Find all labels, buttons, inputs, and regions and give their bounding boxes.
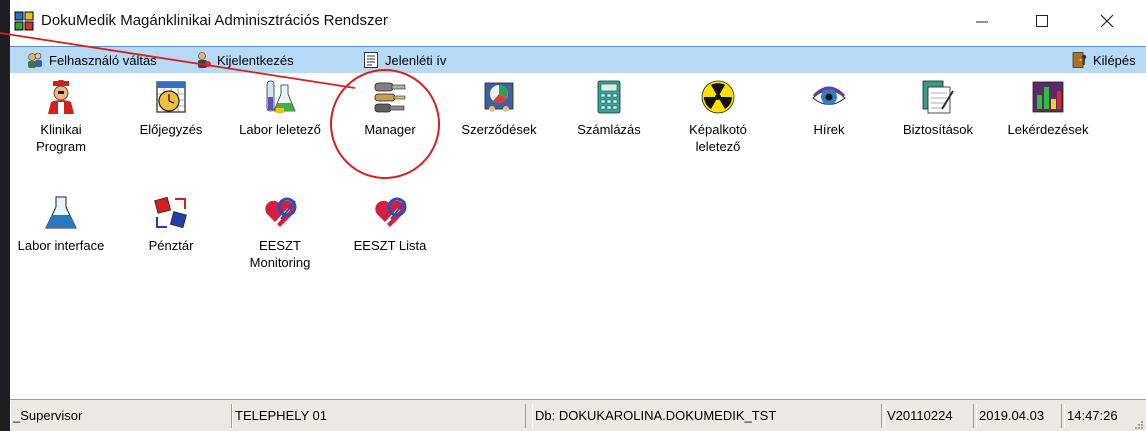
app-cashier[interactable]: Pénztár bbox=[116, 195, 226, 254]
app-imaging-label: Képalkotó leletező bbox=[689, 122, 747, 154]
exit-label: Kilépés bbox=[1093, 52, 1136, 68]
eeszt-heart-icon bbox=[375, 197, 407, 227]
doctor-icon bbox=[48, 80, 74, 114]
app-manager-label: Manager bbox=[364, 122, 416, 137]
booking-label-text: Előjegyzés bbox=[139, 122, 203, 137]
eeszt-heart-icon bbox=[265, 197, 297, 227]
app-booking-label: Előjegyzés bbox=[116, 121, 226, 138]
app-manager[interactable]: Manager bbox=[335, 79, 445, 138]
exit-door-icon bbox=[1072, 52, 1087, 68]
minimize-icon bbox=[976, 21, 988, 23]
main-window: DokuMedik Magánklinikai Adminisztrációs … bbox=[10, 0, 1146, 431]
app-clinical-program[interactable]: Klinikai Program bbox=[10, 79, 116, 155]
maximize-icon bbox=[1036, 15, 1048, 27]
app-queries[interactable]: Lekérdezések bbox=[993, 79, 1103, 138]
status-database: Db: DOKUKAROLINA.DOKUMEDIK_TST bbox=[532, 404, 882, 428]
form-pen-icon bbox=[922, 80, 954, 114]
status-user: _Supervisor bbox=[10, 404, 232, 428]
app-cashier-label: Pénztár bbox=[148, 238, 194, 253]
app-window-icon bbox=[14, 11, 34, 31]
app-lab-report[interactable]: Labor leletező bbox=[225, 79, 335, 138]
close-button[interactable] bbox=[1085, 6, 1129, 36]
app-imaging[interactable]: Képalkotó leletező bbox=[663, 79, 773, 155]
keys-icon bbox=[374, 82, 406, 113]
exit-button[interactable]: Kilépés bbox=[1070, 50, 1136, 70]
app-clinical-program-label: Klinikai Program bbox=[36, 122, 86, 154]
attendance-button[interactable]: Jelenléti ív bbox=[362, 50, 446, 70]
erlenmeyer-flask-icon bbox=[45, 196, 77, 229]
app-contracts[interactable]: Szerződések bbox=[444, 79, 554, 138]
logout-label: Kijelentkezés bbox=[217, 52, 294, 68]
calendar-clock-icon bbox=[156, 81, 186, 113]
app-eeszt-list[interactable]: EESZT Lista bbox=[335, 195, 445, 254]
app-lab-interface[interactable]: Labor interface bbox=[10, 195, 116, 254]
clipboard-icon bbox=[364, 52, 378, 68]
app-insurance-label: Biztosítások bbox=[902, 122, 974, 137]
status-date: 2019.04.03 bbox=[976, 404, 1062, 428]
minimize-button[interactable] bbox=[960, 6, 1004, 36]
menu-bar: Felhasználó váltás Kijelentkezés Jelenlé… bbox=[10, 46, 1146, 74]
exchange-books-icon bbox=[154, 196, 187, 229]
app-news[interactable]: Hírek bbox=[774, 79, 884, 138]
attendance-label: Jelenléti ív bbox=[385, 52, 447, 68]
close-icon bbox=[1100, 14, 1114, 28]
status-bar: _Supervisor TELEPHELY 01 Db: DOKUKAROLIN… bbox=[10, 399, 1146, 431]
status-time: 14:47:26 bbox=[1064, 404, 1129, 428]
switch-user-label: Felhasználó váltás bbox=[49, 52, 157, 68]
app-eeszt-monitoring-label: EESZT Monitoring bbox=[249, 238, 311, 270]
app-launcher: Klinikai Program Előjegyzés Labor lelete… bbox=[10, 73, 1146, 399]
app-queries-label: Lekérdezések bbox=[1007, 122, 1089, 137]
resize-grip-icon[interactable] bbox=[1134, 420, 1144, 430]
eye-icon bbox=[812, 86, 846, 105]
title-bar: DokuMedik Magánklinikai Adminisztrációs … bbox=[10, 0, 1146, 42]
app-lab-interface-label: Labor interface bbox=[17, 238, 105, 253]
logout-icon bbox=[198, 52, 211, 68]
logout-button[interactable]: Kijelentkezés bbox=[194, 50, 294, 70]
bar-chart-icon bbox=[1032, 81, 1064, 113]
app-lab-report-label: Labor leletező bbox=[239, 122, 321, 137]
status-version: V20110224 bbox=[884, 404, 974, 428]
calculator-icon bbox=[597, 80, 621, 114]
radiation-icon bbox=[701, 80, 735, 114]
app-booking[interactable]: Előjegyzés bbox=[116, 79, 226, 138]
switch-user-button[interactable]: Felhasználó váltás bbox=[26, 50, 157, 70]
app-eeszt-list-label: EESZT Lista bbox=[353, 238, 427, 253]
maximize-button[interactable] bbox=[1020, 6, 1064, 36]
app-billing-label: Számlázás bbox=[577, 122, 641, 137]
status-site: TELEPHELY 01 bbox=[232, 404, 526, 428]
app-news-label: Hírek bbox=[813, 122, 845, 137]
app-billing[interactable]: Számlázás bbox=[554, 79, 664, 138]
window-title: DokuMedik Magánklinikai Adminisztrációs … bbox=[41, 12, 388, 29]
handshake-chart-icon bbox=[484, 82, 514, 112]
users-icon bbox=[28, 52, 42, 68]
app-contracts-label: Szerződések bbox=[461, 122, 537, 137]
app-eeszt-monitoring[interactable]: EESZT Monitoring bbox=[225, 195, 335, 271]
app-insurance[interactable]: Biztosítások bbox=[883, 79, 993, 138]
lab-flask-icon bbox=[266, 80, 296, 113]
